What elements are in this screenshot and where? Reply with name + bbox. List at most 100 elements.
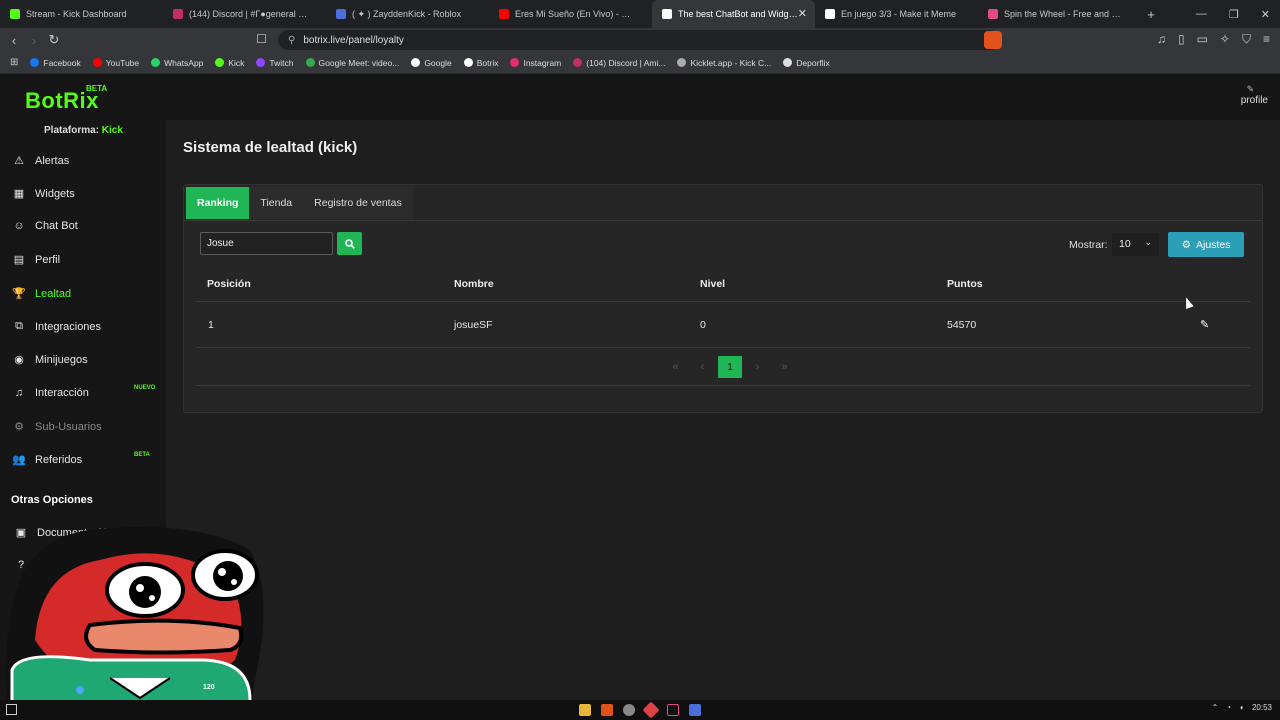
brave-taskbar-icon[interactable] [601, 704, 613, 716]
bookmark-label: Google [424, 57, 452, 68]
browser-tab[interactable]: Eres Mi Sueño (En Vivo) - YouTube [489, 0, 652, 28]
column-header-posicion[interactable]: Posición [207, 278, 251, 290]
start-icon[interactable] [6, 704, 17, 715]
profile-button[interactable]: ✎ profile [1241, 84, 1268, 106]
browser-tab[interactable]: ( ✦ ) ZayddenKick - Roblox [326, 0, 489, 28]
new-tab-button[interactable]: + [1141, 7, 1161, 22]
edit-pencil-icon[interactable]: ✎ [1200, 318, 1209, 331]
sidebar-item-minijuegos[interactable]: ◉ Minijuegos [12, 353, 87, 367]
pager-current[interactable]: 1 [718, 356, 742, 378]
volume-icon[interactable]: ◖ [1239, 703, 1244, 712]
clock[interactable]: 20:53 [1252, 703, 1272, 712]
bookmark-item[interactable]: Kicklet.app - Kick C... [677, 58, 771, 68]
site-info-icon[interactable]: ⚲ [288, 35, 295, 46]
bookmark-label: Twitch [269, 57, 294, 68]
tab-ranking[interactable]: Ranking [186, 187, 250, 219]
pager-next[interactable]: › [744, 356, 771, 378]
tiktok-icon[interactable] [667, 704, 679, 716]
bookmark-item[interactable]: Twitch [256, 57, 294, 68]
ajustes-label: Ajustes [1195, 238, 1231, 251]
tab-registro-ventas[interactable]: Registro de ventas [303, 187, 413, 219]
sidebar-item-perfil[interactable]: ▤ Perfil [12, 253, 60, 267]
brave-shield-icon[interactable] [984, 31, 1002, 49]
bookmark-favicon-icon [30, 58, 40, 67]
vpn-icon[interactable]: ⛉ [1242, 32, 1251, 47]
pager-last[interactable]: » [771, 356, 798, 378]
pager-prev[interactable]: ‹ [689, 356, 716, 378]
bookmark-item[interactable]: Botrix [463, 57, 499, 68]
forward-icon[interactable]: › [24, 33, 44, 48]
bookmark-item[interactable]: Google [411, 57, 452, 68]
browser-tab[interactable]: (144) Discord | #Γ●general | SAPO [163, 0, 326, 28]
sidebar-item-referidos[interactable]: 👥 Referidos [12, 453, 82, 467]
bookmark-page-icon[interactable]: ☐ [256, 32, 267, 46]
browser-tab[interactable]: Stream - Kick Dashboard [0, 0, 163, 28]
browser-tab[interactable]: Spin the Wheel - Free and easy-to-u [978, 0, 1141, 28]
sidebar-icon[interactable]: ▯ [1178, 32, 1185, 47]
sidebar-item-sub-usuarios[interactable]: ⚙ Sub-Usuarios [12, 420, 102, 434]
back-icon[interactable]: ‹ [4, 33, 24, 48]
chevron-up-icon[interactable]: ⌃ [1212, 703, 1219, 712]
url-text[interactable]: botrix.live/panel/loyalty [303, 35, 404, 46]
ajustes-button[interactable]: ⚙ Ajustes [1168, 232, 1244, 257]
bookmark-favicon-icon [783, 58, 793, 67]
app-icon[interactable] [642, 701, 660, 719]
sidebar-item-interacci-n[interactable]: ♫ Interacción [12, 387, 89, 399]
reload-icon[interactable]: ↻ [44, 32, 64, 48]
column-header-nombre[interactable]: Nombre [454, 278, 494, 290]
platform-label: Plataforma: [44, 125, 100, 136]
sidebar-icon: ◉ [14, 354, 24, 366]
search-button[interactable] [337, 232, 362, 255]
maximize-icon[interactable]: ❐ [1229, 8, 1239, 21]
search-input[interactable]: Josue [200, 232, 333, 255]
tab-tienda[interactable]: Tienda [249, 187, 304, 219]
sidebar-item-alertas[interactable]: ⚠ Alertas [12, 154, 69, 168]
bookmark-label: Botrix [476, 57, 499, 68]
bookmark-item[interactable]: (104) Discord | Ami... [573, 58, 665, 68]
bookmark-item[interactable]: YouTube [92, 58, 139, 68]
leo-icon[interactable]: ✧ [1220, 32, 1230, 47]
menu-icon[interactable]: ≡ [1263, 32, 1270, 47]
page-size-select[interactable]: 10 ⌄ [1112, 233, 1159, 256]
window-controls: — ❐ ✕ [1196, 0, 1280, 28]
tab-title: The best ChatBot and Widgets f [678, 9, 798, 19]
file-explorer-icon[interactable] [579, 704, 591, 716]
network-icon[interactable]: ◔ [1226, 703, 1231, 712]
apps-icon[interactable]: ⊞ [10, 57, 18, 68]
sidebar-item-lealtad[interactable]: 🏆 Lealtad [12, 287, 71, 301]
roblox-icon[interactable] [689, 704, 701, 716]
page-title: Sistema de lealtad (kick) [183, 139, 358, 156]
bookmark-label: Kicklet.app - Kick C... [690, 57, 772, 68]
cell-nombre: josueSF [454, 319, 493, 331]
close-window-icon[interactable]: ✕ [1261, 8, 1270, 21]
bookmark-item[interactable]: WhatsApp [151, 58, 203, 68]
column-header-puntos[interactable]: Puntos [947, 278, 983, 290]
bookmark-favicon-icon [411, 58, 421, 67]
wallet-icon[interactable]: ▭ [1197, 32, 1208, 47]
pager-first[interactable]: « [662, 356, 689, 378]
sidebar-item-chat-bot[interactable]: ☺ Chat Bot [12, 220, 78, 232]
search-icon [344, 238, 355, 249]
browser-tab[interactable]: The best ChatBot and Widgets f ✕ [652, 0, 815, 28]
close-tab-icon[interactable]: ✕ [798, 7, 807, 20]
sidebar-item-label: Chat Bot [35, 220, 78, 232]
bookmark-label: WhatsApp [164, 57, 204, 68]
sidebar-icon: ☺ [13, 220, 25, 232]
obs-icon[interactable] [623, 704, 635, 716]
bookmark-item[interactable]: Facebook [30, 58, 81, 68]
bookmark-item[interactable]: Google Meet: video... [305, 58, 399, 68]
sidebar-icon: ⧉ [15, 320, 23, 332]
bookmark-item[interactable]: Kick [215, 58, 244, 68]
tab-favicon-icon [662, 9, 672, 19]
bookmark-item[interactable]: Deporflix [783, 58, 830, 68]
browser-tab[interactable]: En juego 3/3 - Make it Meme [815, 0, 978, 28]
sidebar-item-widgets[interactable]: ▦ Widgets [12, 187, 75, 201]
loyalty-card: Ranking Tienda Registro de ventas Josue … [183, 184, 1263, 413]
sidebar-item-integraciones[interactable]: ⧉ Integraciones [12, 320, 101, 333]
column-header-nivel[interactable]: Nivel [700, 278, 725, 290]
bookmark-item[interactable]: Instagram [510, 58, 561, 68]
url-box[interactable]: ⚲ botrix.live/panel/loyalty [278, 30, 1002, 50]
minimize-icon[interactable]: — [1196, 8, 1207, 20]
bookmark-label: Kick [228, 57, 245, 68]
media-icon[interactable]: ♫ [1157, 32, 1166, 47]
